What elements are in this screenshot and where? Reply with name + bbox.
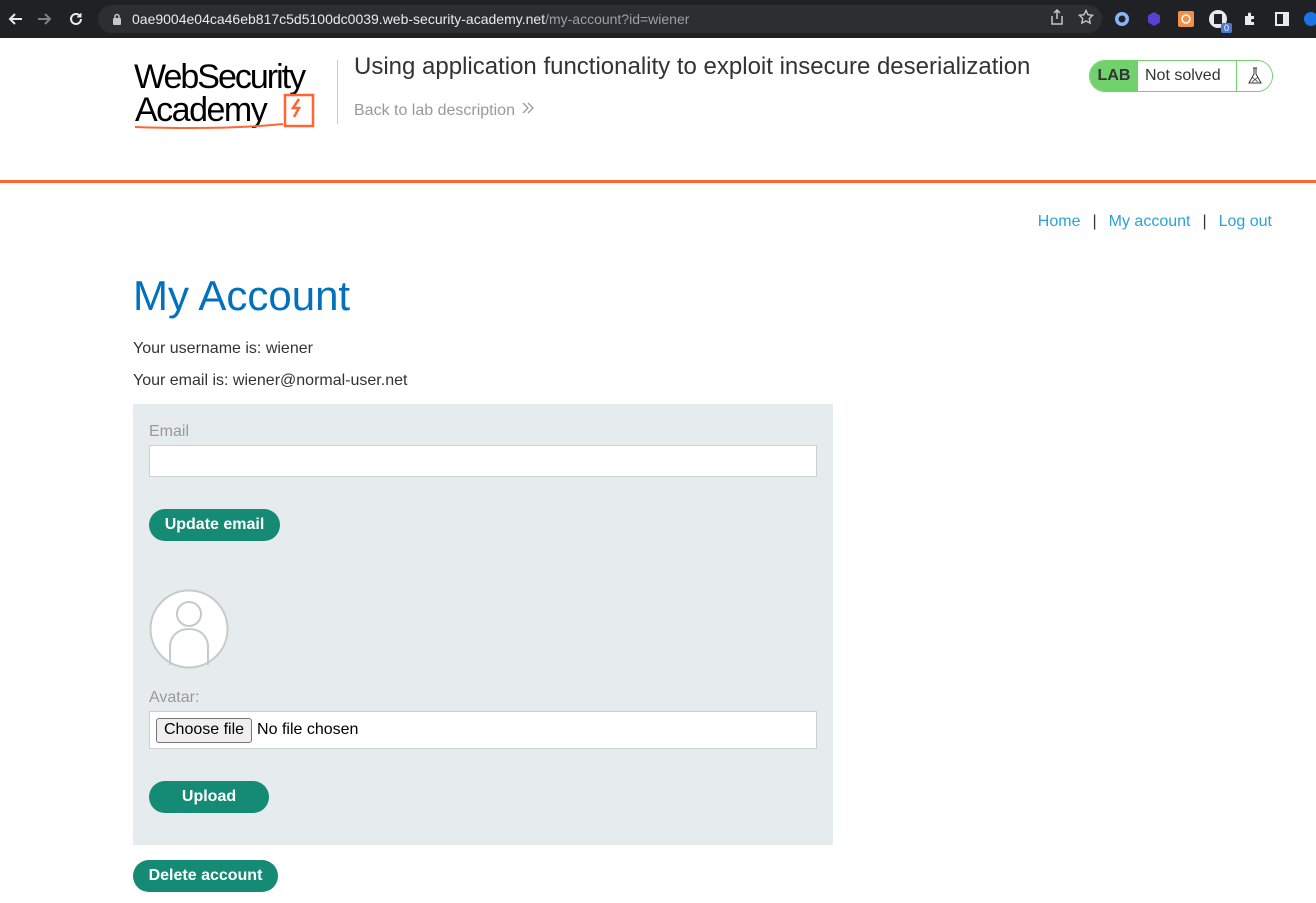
nav-separator: | [1092, 213, 1097, 230]
lab-badge: LAB [1090, 61, 1138, 91]
extension-icon[interactable] [1240, 9, 1260, 29]
back-to-lab-link[interactable]: Back to lab description [354, 101, 535, 120]
share-icon[interactable] [1050, 8, 1064, 30]
email-label: Email [149, 423, 190, 440]
star-icon[interactable] [1077, 8, 1095, 30]
target-extension-icon[interactable] [1176, 9, 1196, 29]
address-bar[interactable]: 0ae9004e04ca46eb817c5d5100dc0039.web-sec… [98, 5, 1102, 33]
nav-separator: | [1202, 213, 1207, 230]
delete-account-button[interactable]: Delete account [133, 860, 278, 892]
email-input[interactable] [149, 445, 817, 477]
avatar-placeholder-icon [149, 589, 229, 669]
lab-title: Using application functionality to explo… [354, 53, 1031, 80]
profile-icon[interactable] [1304, 9, 1316, 29]
site-header: WebSecurity Academy Using application fu… [0, 38, 1316, 183]
choose-file-button[interactable]: Choose file [156, 717, 253, 743]
circle-extension-icon[interactable] [1112, 9, 1132, 29]
update-email-button[interactable]: Update email [149, 509, 280, 541]
web-security-academy-logo[interactable]: WebSecurity Academy [133, 58, 335, 132]
url-path: /my-account?id=wiener [545, 11, 690, 27]
sidebar-icon[interactable] [1272, 9, 1292, 29]
file-status-text: No file chosen [257, 721, 359, 738]
nav-home-link[interactable]: Home [1038, 213, 1081, 231]
reload-icon[interactable] [60, 3, 92, 35]
username-info: Your username is: wiener [133, 340, 313, 357]
account-form-panel: Email Update email Avatar: Choose file N… [133, 404, 833, 845]
page-title: My Account [133, 272, 351, 319]
extension-count-badge: 0 [1220, 23, 1232, 33]
upload-button[interactable]: Upload [149, 781, 269, 813]
nav-my-account-link[interactable]: My account [1109, 213, 1191, 231]
header-divider [337, 60, 338, 124]
logo-line-2: Academy [135, 91, 268, 129]
browser-toolbar: 0ae9004e04ca46eb817c5d5100dc0039.web-sec… [0, 0, 1316, 38]
flask-icon [1236, 61, 1272, 91]
badge-extension-icon[interactable]: 0 [1208, 9, 1232, 33]
url-host: 0ae9004e04ca46eb817c5d5100dc0039.web-sec… [132, 11, 546, 27]
back-link-label: Back to lab description [354, 101, 515, 119]
nav-log-out-link[interactable]: Log out [1219, 213, 1272, 231]
chevrons-right-icon [521, 101, 535, 120]
lock-icon [110, 12, 124, 26]
avatar-file-input[interactable]: Choose file No file chosen [149, 711, 817, 749]
lab-status-text: Not solved [1145, 67, 1221, 84]
account-nav: Home | My account | Log out [1038, 213, 1272, 231]
avatar-label: Avatar: [149, 689, 200, 706]
forward-arrow-icon[interactable] [28, 3, 60, 35]
cube-extension-icon[interactable] [1144, 9, 1164, 29]
lab-status-widget: LAB Not solved [1089, 60, 1273, 92]
email-info: Your email is: wiener@normal-user.net [133, 372, 408, 389]
